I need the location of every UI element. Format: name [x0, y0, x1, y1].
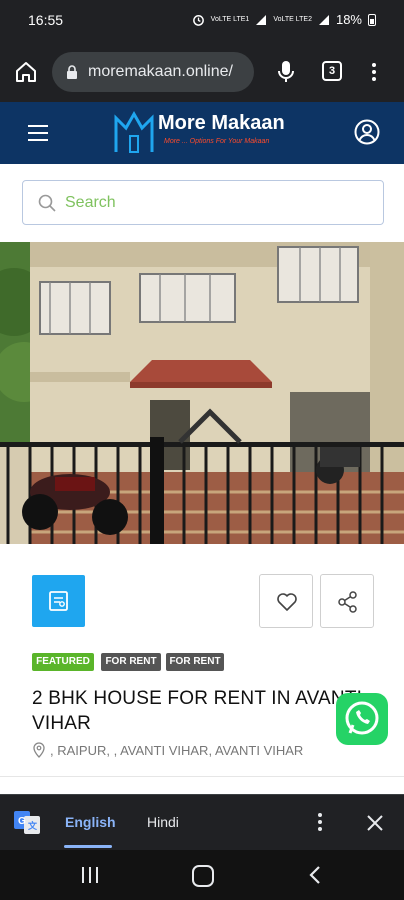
- house-photo-illustration: [0, 242, 404, 544]
- for-rent-badge: FOR RENT: [101, 653, 161, 671]
- user-account-icon[interactable]: [354, 119, 380, 145]
- network-2-label: VoLTE LTE2: [273, 16, 312, 23]
- translate-bar: G 文 English Hindi: [0, 794, 404, 850]
- alarm-icon: [192, 15, 204, 26]
- search-input[interactable]: Search: [22, 180, 384, 225]
- favorite-button[interactable]: [259, 574, 313, 628]
- logo-mark-icon: [114, 110, 154, 153]
- home-button-icon[interactable]: [192, 865, 214, 887]
- listing-location: , RAIPUR, , AVANTI VIHAR, AVANTI VIHAR: [50, 743, 304, 758]
- battery-icon: [368, 13, 376, 26]
- heart-icon: [277, 593, 297, 611]
- property-photo[interactable]: [0, 242, 404, 544]
- listing-type-button[interactable]: [32, 575, 85, 627]
- listing-title[interactable]: 2 BHK HOUSE FOR RENT IN AVANTI VIHAR: [32, 686, 380, 736]
- address-bar[interactable]: moremakaan.online/: [52, 52, 254, 92]
- divider: [0, 776, 404, 777]
- location-pin-icon: [33, 742, 45, 758]
- for-rent-badge-2: FOR RENT: [166, 653, 224, 671]
- featured-badge: FEATURED: [32, 653, 94, 671]
- selected-language-indicator: [64, 845, 112, 848]
- status-bar: 16:55 VoLTE LTE1 VoLTE LTE2 18%: [0, 0, 404, 42]
- browser-toolbar: moremakaan.online/ 3: [0, 42, 404, 102]
- google-translate-icon: G 文: [14, 811, 40, 834]
- status-indicators: VoLTE LTE1 VoLTE LTE2 18%: [192, 12, 376, 27]
- tabs-switcher-button[interactable]: 3: [322, 61, 342, 81]
- logo-tagline: More ... Options For Your Makaan: [164, 138, 270, 145]
- hamburger-icon[interactable]: [28, 124, 48, 142]
- status-time: 16:55: [28, 12, 64, 28]
- signal-icon-1: [256, 14, 267, 25]
- site-logo[interactable]: More Makaan More ... Options For Your Ma…: [114, 106, 286, 160]
- home-icon[interactable]: [14, 60, 38, 84]
- system-nav-bar: [0, 850, 404, 900]
- language-tab-english[interactable]: English: [65, 814, 116, 830]
- whatsapp-icon: [345, 701, 379, 735]
- svg-text:G: G: [18, 816, 26, 827]
- listing-type-icon: [49, 591, 68, 611]
- share-button[interactable]: [320, 574, 374, 628]
- search-icon: [38, 194, 56, 212]
- close-icon[interactable]: [364, 812, 386, 834]
- back-icon[interactable]: [306, 865, 324, 885]
- search-placeholder: Search: [65, 194, 116, 211]
- share-icon: [338, 591, 357, 613]
- next-section-peek: [0, 776, 404, 794]
- url-text: moremakaan.online/: [88, 63, 233, 80]
- network-1-label: VoLTE LTE1: [210, 16, 250, 23]
- svg-text:文: 文: [27, 820, 38, 831]
- signal-icon-2: [318, 14, 329, 25]
- site-header: More Makaan More ... Options For Your Ma…: [0, 102, 404, 164]
- battery-percent: 18%: [335, 12, 362, 27]
- logo-title: More Makaan: [158, 112, 285, 134]
- whatsapp-button[interactable]: [336, 693, 388, 745]
- more-vert-icon[interactable]: [366, 60, 382, 84]
- mic-icon[interactable]: [276, 60, 296, 84]
- lock-icon: [67, 65, 77, 79]
- recent-apps-icon[interactable]: [80, 866, 100, 884]
- more-vert-icon[interactable]: [312, 811, 328, 833]
- language-tab-hindi[interactable]: Hindi: [147, 814, 179, 830]
